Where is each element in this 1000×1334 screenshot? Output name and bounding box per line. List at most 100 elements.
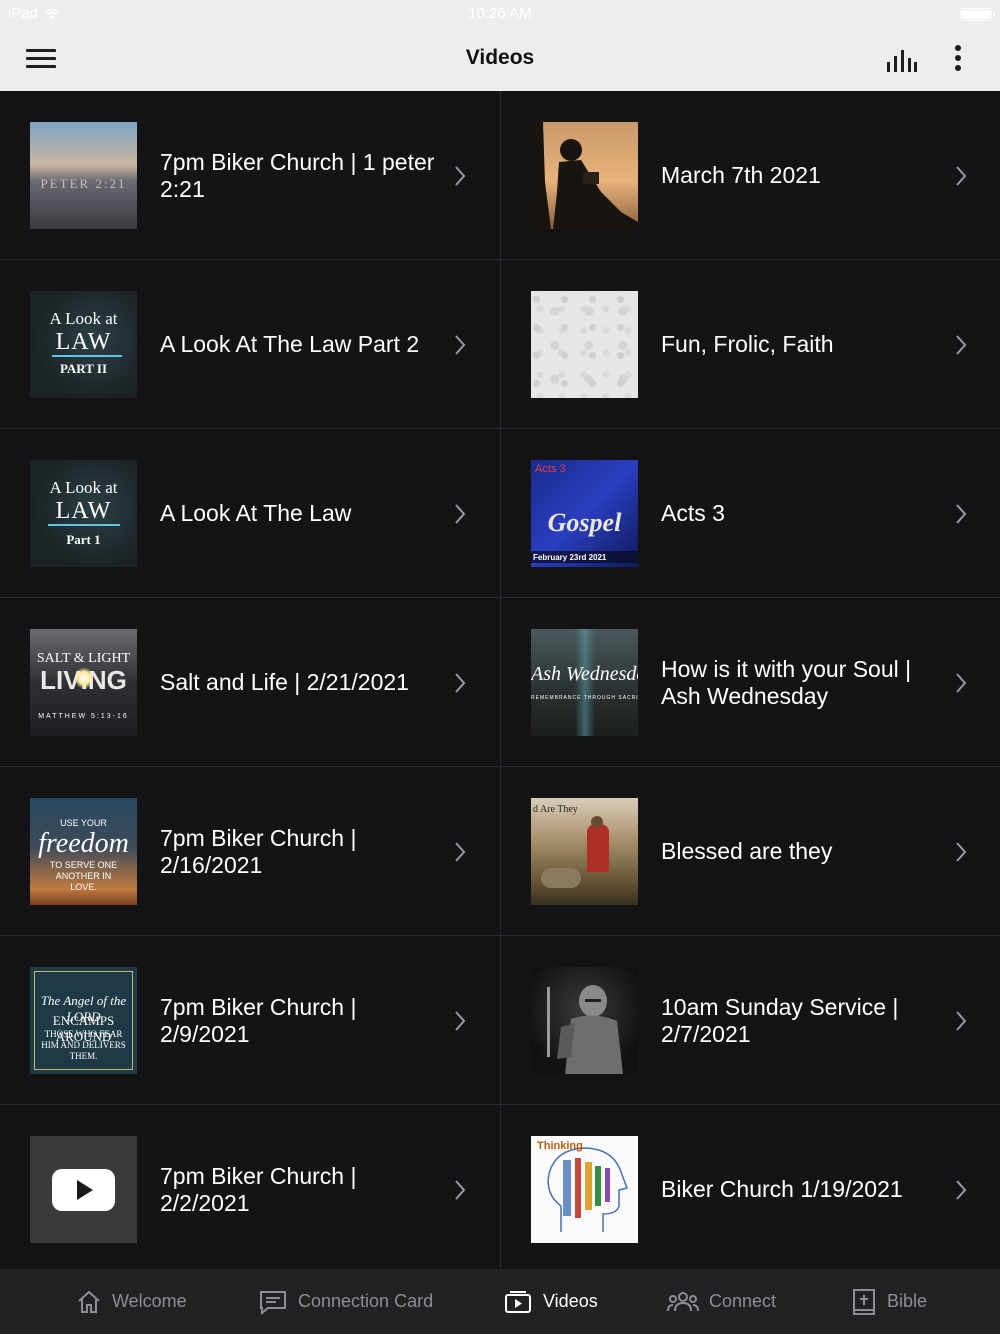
people-icon — [667, 1291, 699, 1311]
chevron-right-icon — [956, 842, 967, 862]
bible-icon — [853, 1288, 875, 1315]
video-thumbnail: Thinking — [531, 1136, 638, 1243]
video-title: March 7th 2021 — [661, 162, 821, 188]
video-title: Biker Church 1/19/2021 — [661, 1176, 903, 1202]
chevron-right-icon — [455, 1011, 466, 1031]
chevron-right-icon — [956, 1180, 967, 1200]
video-title: 7pm Biker Church | 2/9/2021 — [160, 993, 357, 1047]
thumbnail-text: PETER 2:21 — [40, 176, 127, 191]
video-item[interactable]: A Look at LAW PART II A Look At The Law … — [0, 260, 500, 429]
status-time: 10:26 AM — [468, 5, 532, 22]
nav-bar: Videos — [0, 28, 1000, 91]
chevron-right-icon — [455, 504, 466, 524]
thumbnail-text: LAW — [55, 498, 112, 524]
video-item[interactable]: Acts 3 Gospel February 23rd 2021 Acts 3 — [500, 429, 1000, 598]
tab-welcome[interactable]: Welcome — [76, 1269, 187, 1334]
video-item[interactable]: 10am Sunday Service | 2/7/2021 — [500, 936, 1000, 1105]
chevron-right-icon — [455, 673, 466, 693]
thumbnail-text: USE YOUR — [60, 818, 107, 828]
battery-icon — [960, 8, 995, 21]
video-title: Acts 3 — [661, 500, 725, 526]
thumbnail-text: February 23rd 2021 — [533, 553, 607, 562]
thumbnail-text: Ash Wednesday — [531, 663, 638, 685]
tab-videos[interactable]: Videos — [503, 1269, 598, 1334]
chevron-right-icon — [455, 335, 466, 355]
thumbnail-text: MATTHEW 5:13-16 — [38, 713, 129, 720]
home-icon — [78, 1290, 100, 1313]
video-thumbnail: A Look at LAW Part 1 — [30, 460, 137, 567]
video-item[interactable]: PETER 2:21 7pm Biker Church | 1 peter 2:… — [0, 91, 500, 260]
video-item[interactable]: SALT & LIGHT LIVING MATTHEW 5:13-16 Salt… — [0, 598, 500, 767]
reader-silhouette-icon — [531, 122, 638, 229]
video-thumbnail: PETER 2:21 — [30, 122, 137, 229]
chevron-right-icon — [455, 1180, 466, 1200]
tab-label: Videos — [543, 1291, 598, 1311]
video-thumbnail: Acts 3 Gospel February 23rd 2021 — [531, 460, 638, 567]
tab-bible[interactable]: Bible — [851, 1269, 927, 1334]
video-title: 7pm Biker Church | 2/2/2021 — [160, 1162, 357, 1216]
tab-connect[interactable]: Connect — [667, 1269, 776, 1334]
video-title: 10am Sunday Service | 2/7/2021 — [661, 993, 899, 1047]
video-title: Salt and Life | 2/21/2021 — [160, 669, 409, 695]
chevron-right-icon — [455, 842, 466, 862]
thumbnail-text: Thinking — [537, 1140, 583, 1152]
video-thumbnail: The Angel of the LORD ENCAMPS AROUND THO… — [30, 967, 137, 1074]
thumbnail-text: TO SERVE ONE ANOTHER IN LOVE. — [49, 860, 118, 892]
video-thumbnail: A Look at LAW PART II — [30, 291, 137, 398]
more-options-icon[interactable] — [950, 43, 966, 73]
video-item[interactable]: A Look at LAW Part 1 A Look At The Law — [0, 429, 500, 598]
video-item[interactable]: USE YOUR freedom TO SERVE ONE ANOTHER IN… — [0, 767, 500, 936]
video-thumbnail: USE YOUR freedom TO SERVE ONE ANOTHER IN… — [30, 798, 137, 905]
page-title: Videos — [465, 46, 535, 69]
video-item[interactable]: 7pm Biker Church | 2/2/2021 — [0, 1105, 500, 1269]
chevron-right-icon — [956, 504, 967, 524]
tab-bar: Welcome Connection Card Videos Connect B… — [0, 1269, 1000, 1334]
thumbnail-text: freedom — [38, 828, 129, 859]
video-icon — [505, 1290, 531, 1313]
thumbnail-text: PART II — [59, 361, 108, 376]
video-item[interactable]: Fun, Frolic, Faith — [500, 260, 1000, 429]
video-title: 7pm Biker Church | 1 peter 2:21 — [160, 148, 435, 202]
card-icon — [260, 1290, 286, 1315]
head-wordcloud-icon — [547, 1147, 628, 1232]
thumbnail-text: THOSE WHO FEAR HIM AND DELIVERS THEM. — [41, 1029, 126, 1061]
video-thumbnail: d Are They — [531, 798, 638, 905]
tab-label: Connection Card — [298, 1291, 434, 1311]
video-thumbnail — [531, 122, 638, 229]
thumbnail-text: LAW — [55, 329, 112, 355]
video-title: Blessed are they — [661, 838, 833, 864]
thumbnail-text: d Are They — [533, 804, 578, 815]
chevron-right-icon — [956, 673, 967, 693]
tab-label: Bible — [887, 1291, 928, 1311]
thumbnail-text: Acts 3 — [535, 463, 566, 475]
tab-label: Connect — [709, 1291, 777, 1311]
video-item[interactable]: Thinking Biker Church 1/19/2021 — [500, 1105, 1000, 1269]
video-item[interactable]: Ash Wednesday REMEMBRANCE THROUGH SACRIF… — [500, 598, 1000, 767]
thumbnail-text: REMEMBRANCE THROUGH SACRIFICE — [531, 695, 638, 701]
audio-bars-icon[interactable] — [885, 48, 917, 72]
video-thumbnail: Ash Wednesday REMEMBRANCE THROUGH SACRIF… — [531, 629, 638, 736]
video-item[interactable]: March 7th 2021 — [500, 91, 1000, 260]
thumbnail-text: Gospel — [547, 508, 622, 537]
video-thumbnail — [30, 1136, 137, 1243]
video-title: How is it with your Soul | Ash Wednesday — [661, 655, 912, 709]
play-button-icon — [52, 1169, 115, 1211]
video-item[interactable]: d Are They Blessed are they — [500, 767, 1000, 936]
tab-label: Welcome — [112, 1291, 187, 1311]
thumbnail-text: A Look at — [49, 478, 118, 497]
chevron-right-icon — [956, 335, 967, 355]
status-bar: iPad 10:26 AM — [0, 0, 1000, 28]
video-title: A Look At The Law Part 2 — [160, 331, 420, 357]
tab-connection-card[interactable]: Connection Card — [258, 1269, 433, 1334]
thumbnail-text: A Look at — [49, 309, 118, 328]
video-item[interactable]: The Angel of the LORD ENCAMPS AROUND THO… — [0, 936, 500, 1105]
thumbnail-text: Part 1 — [66, 532, 101, 547]
chevron-right-icon — [956, 1011, 967, 1031]
video-grid: PETER 2:21 7pm Biker Church | 1 peter 2:… — [0, 91, 1000, 1269]
video-title: 7pm Biker Church | 2/16/2021 — [160, 824, 357, 878]
video-thumbnail — [531, 967, 638, 1074]
video-thumbnail — [531, 291, 638, 398]
video-title: Fun, Frolic, Faith — [661, 331, 834, 357]
video-title: A Look At The Law — [160, 500, 352, 526]
chevron-right-icon — [956, 166, 967, 186]
